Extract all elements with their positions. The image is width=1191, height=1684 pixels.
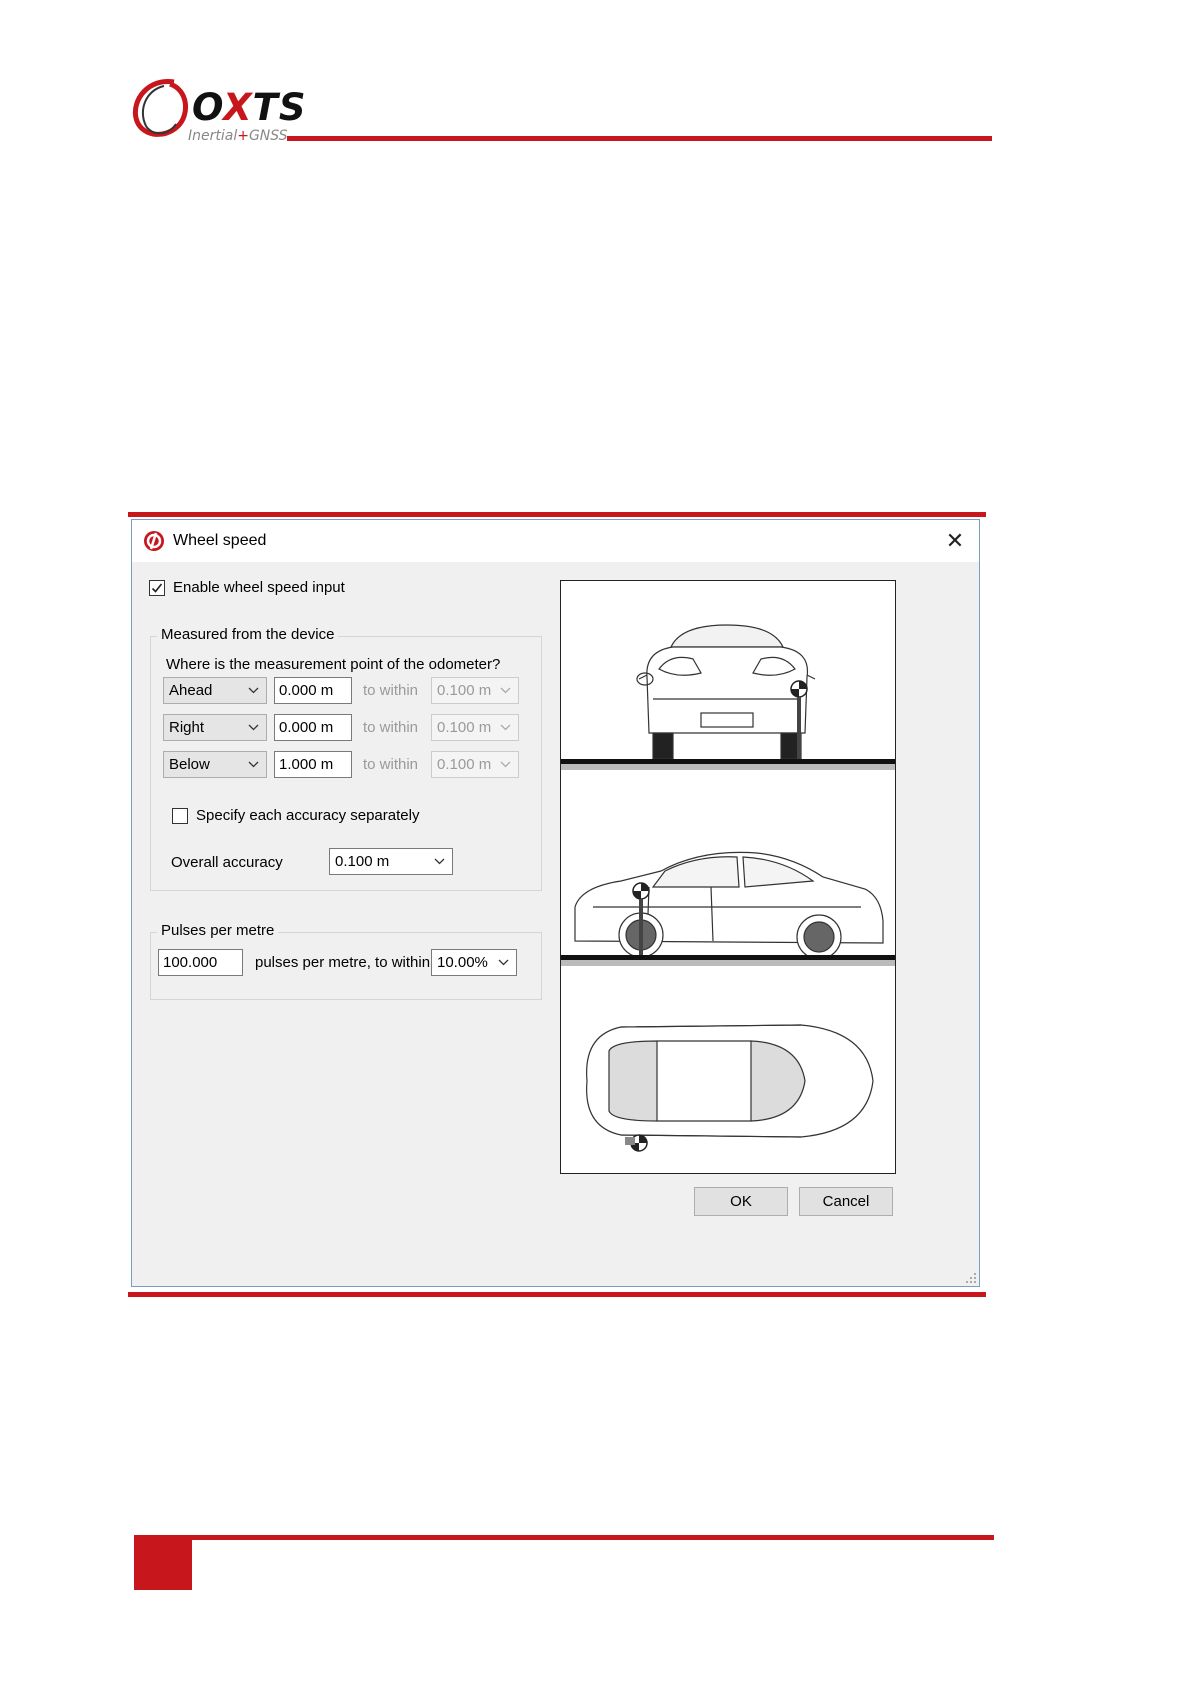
measured-from-device-group: Measured from the device Where is the me… — [150, 626, 542, 891]
specify-each-accuracy-checkbox[interactable] — [172, 808, 188, 824]
logo-tagline: Inertial+GNSS — [188, 128, 288, 144]
direction-value: Right — [169, 719, 205, 736]
close-button[interactable]: ✕ — [941, 527, 969, 555]
app-icon — [144, 531, 164, 551]
direction-select-below[interactable]: Below — [163, 751, 267, 778]
chevron-down-icon — [248, 687, 259, 694]
resize-grip-icon[interactable] — [965, 1272, 977, 1284]
overall-accuracy-value: 0.100 m — [335, 853, 390, 870]
direction-select-right[interactable]: Right — [163, 714, 267, 741]
chevron-down-icon — [498, 959, 509, 966]
figure-frame-top — [128, 512, 986, 517]
to-within-label: to within — [363, 719, 419, 736]
accuracy-select-ahead[interactable]: 0.100 m — [431, 677, 519, 704]
dialog-title: Wheel speed — [173, 532, 267, 549]
chevron-down-icon — [500, 687, 511, 694]
logo-wordmark: OXTS — [192, 86, 307, 129]
direction-value: Below — [169, 756, 210, 773]
footer-page-block — [134, 1535, 192, 1590]
vehicle-diagram — [560, 580, 896, 1174]
checkmark-icon — [151, 583, 163, 593]
enable-wheel-speed-label[interactable]: Enable wheel speed input — [173, 579, 345, 596]
pulses-tolerance-select[interactable]: 10.00% — [431, 949, 517, 976]
pulses-group-legend: Pulses per metre — [157, 922, 279, 939]
chevron-down-icon — [500, 724, 511, 731]
measurement-point-question: Where is the measurement point of the od… — [166, 656, 501, 673]
car-illustration — [561, 624, 895, 1152]
accuracy-value: 0.100 m — [437, 682, 492, 699]
tolerance-value: 10.00% — [437, 954, 488, 971]
distance-input-right[interactable] — [274, 714, 352, 741]
accuracy-value: 0.100 m — [437, 719, 492, 736]
footer-rule — [134, 1535, 994, 1540]
direction-select-ahead[interactable]: Ahead — [163, 677, 267, 704]
accuracy-select-right[interactable]: 0.100 m — [431, 714, 519, 741]
cancel-button[interactable]: Cancel — [799, 1187, 893, 1216]
title-bar[interactable]: Wheel speed ✕ — [132, 520, 979, 562]
measurement-marker-icon — [625, 1134, 648, 1152]
enable-wheel-speed-checkbox[interactable] — [149, 580, 165, 596]
pulses-per-metre-input[interactable] — [158, 949, 243, 976]
close-icon: ✕ — [945, 528, 965, 553]
chevron-down-icon — [248, 724, 259, 731]
to-within-label: to within — [363, 756, 419, 773]
car-rear-view — [636, 624, 816, 760]
direction-value: Ahead — [169, 682, 213, 699]
overall-accuracy-label: Overall accuracy — [171, 854, 283, 871]
pulses-per-metre-label: pulses per metre, to within — [255, 954, 431, 971]
to-within-label: to within — [363, 682, 419, 699]
measured-group-legend: Measured from the device — [157, 626, 339, 643]
specify-each-accuracy-label[interactable]: Specify each accuracy separately — [196, 807, 419, 824]
accuracy-value: 0.100 m — [437, 756, 492, 773]
oxts-logo: OXTS Inertial+GNSS — [130, 76, 306, 146]
accuracy-select-below[interactable]: 0.100 m — [431, 751, 519, 778]
chevron-down-icon — [434, 858, 445, 865]
overall-accuracy-select[interactable]: 0.100 m — [329, 848, 453, 875]
header-rule — [287, 136, 992, 141]
pulses-per-metre-group: Pulses per metre pulses per metre, to wi… — [150, 922, 542, 1000]
car-side-view — [574, 851, 884, 960]
ok-button[interactable]: OK — [694, 1187, 788, 1216]
figure-frame-bottom — [128, 1292, 986, 1297]
car-top-view — [586, 1024, 874, 1138]
chevron-down-icon — [248, 761, 259, 768]
wheel-speed-dialog: Wheel speed ✕ Enable wheel speed input M… — [131, 519, 980, 1287]
chevron-down-icon — [500, 761, 511, 768]
distance-input-ahead[interactable] — [274, 677, 352, 704]
distance-input-below[interactable] — [274, 751, 352, 778]
